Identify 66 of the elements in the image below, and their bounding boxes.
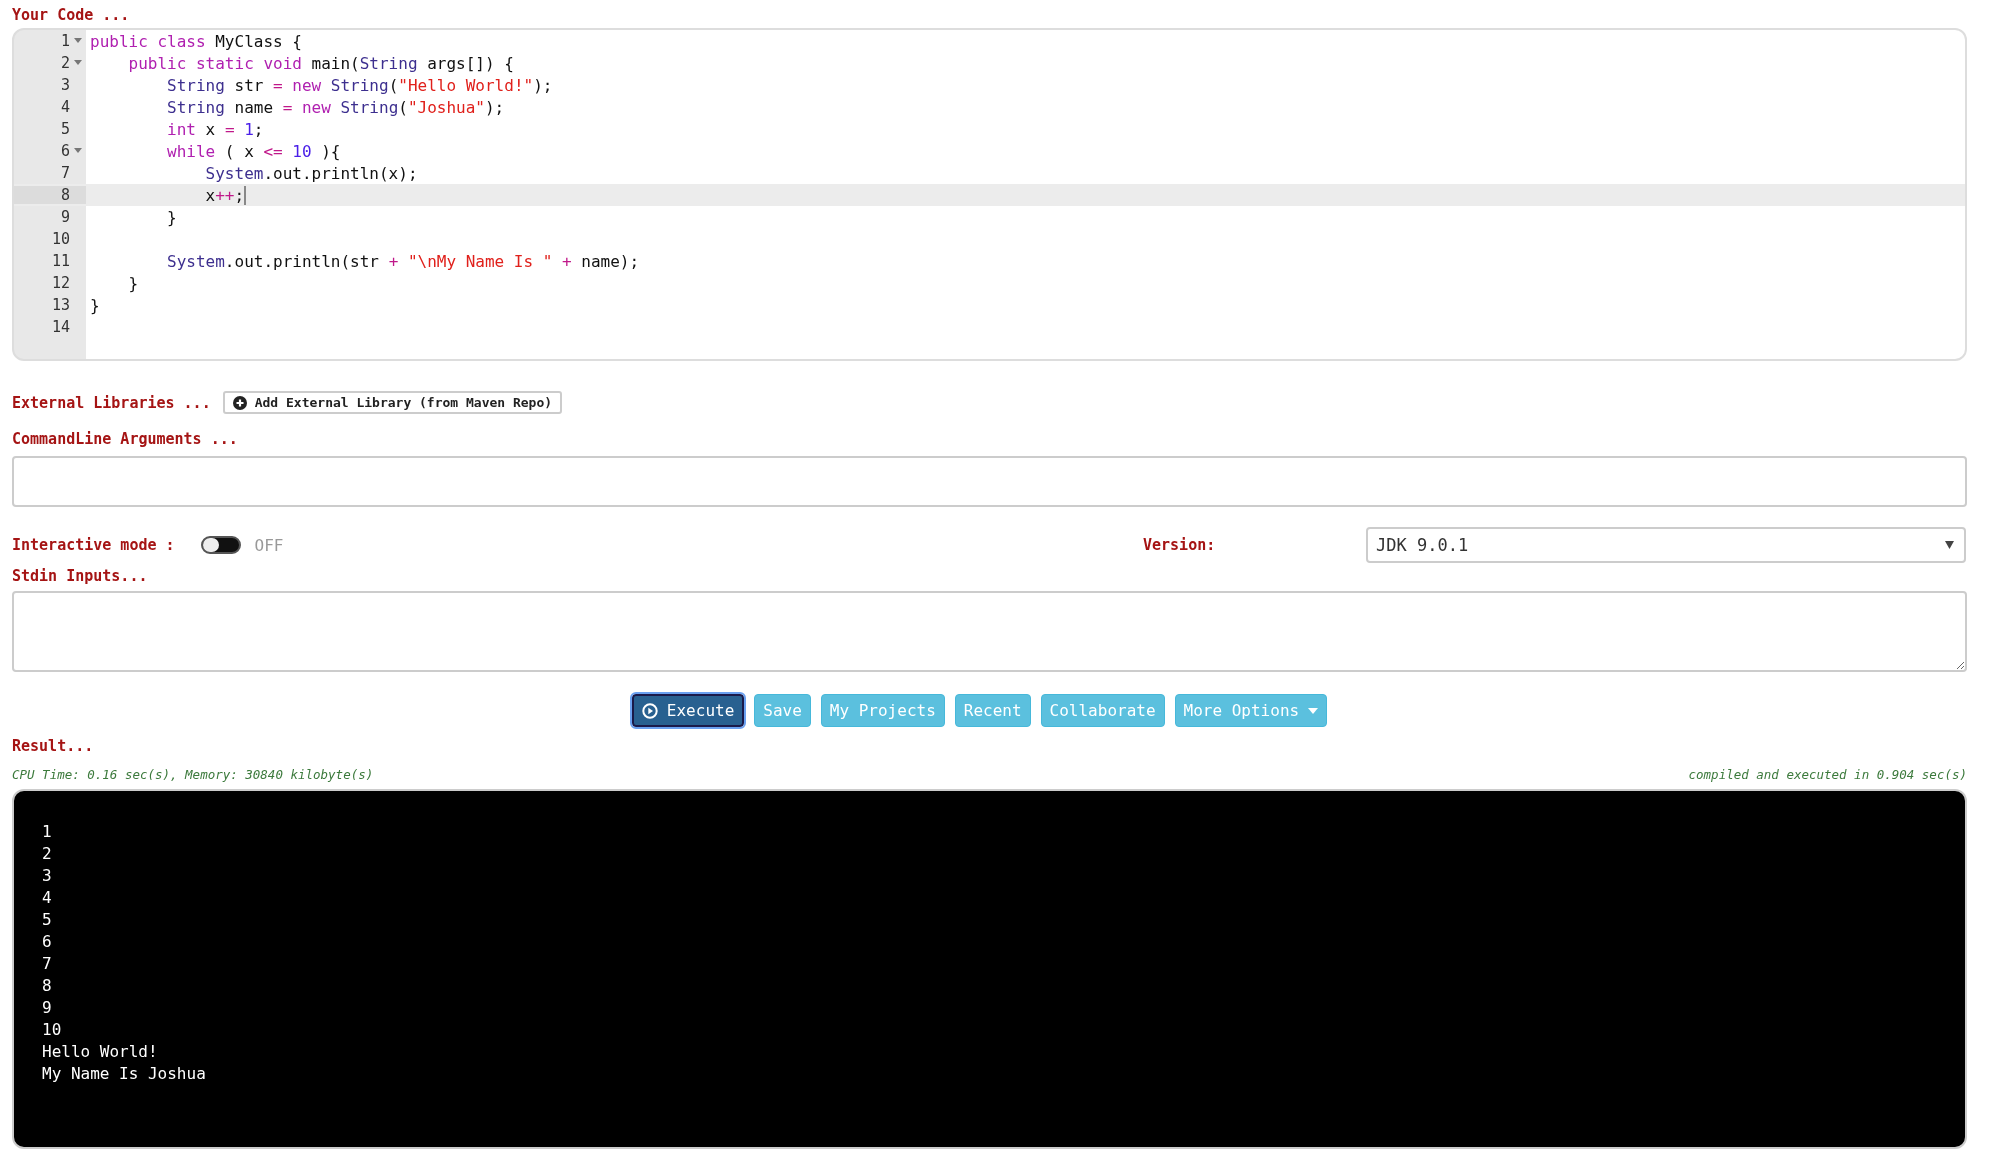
line-number: 4	[60, 98, 70, 116]
text-cursor	[244, 185, 247, 205]
section-label: Your Code ...	[12, 5, 131, 26]
stdin-field[interactable]	[12, 591, 1967, 672]
output-line: My Name Is Joshua	[42, 1063, 206, 1085]
dropdown-arrow-icon	[1945, 541, 1954, 549]
line-number: 13	[51, 296, 70, 314]
cpu-stats: CPU Time: 0.16 sec(s), Memory: 30840 kilobyte(s)	[12, 767, 374, 783]
arguments-field[interactable]	[12, 456, 1967, 507]
line-number: 12	[51, 274, 70, 292]
output-line: 7	[42, 953, 52, 975]
output-line: 10	[42, 1019, 62, 1041]
output-line: 8	[42, 975, 52, 997]
action-button[interactable]: Collaborate	[1040, 694, 1165, 727]
line-number: 8	[60, 186, 70, 204]
line-number: 5	[60, 120, 70, 138]
plus-circle-icon	[232, 395, 247, 410]
toggle-state: OFF	[254, 535, 284, 555]
action-button[interactable]: Save	[754, 694, 811, 727]
section-label: CommandLine Arguments ...	[12, 429, 239, 450]
version-label: Version:	[1143, 535, 1217, 556]
line-number: 2	[60, 54, 70, 72]
section-label: Interactive mode :	[12, 535, 175, 556]
output-line: Hello World!	[42, 1041, 158, 1063]
action-button[interactable]: Recent	[954, 694, 1031, 727]
line-number: 11	[51, 252, 70, 270]
code-line: System.out.println(x);	[204, 163, 418, 183]
code-line: String name = new String("Joshua");	[166, 97, 505, 117]
line-number: 1	[60, 32, 70, 50]
line-number: 7	[60, 164, 70, 182]
action-button[interactable]: My Projects	[820, 694, 945, 727]
add-library-button[interactable]: Add External Library (from Maven Repo)	[222, 391, 563, 414]
section-label: Stdin Inputs...	[12, 566, 149, 587]
action-button[interactable]: Execute	[631, 694, 745, 727]
code-line: }	[89, 295, 100, 315]
line-number: 10	[51, 230, 70, 248]
code-line: System.out.println(str + "\nMy Name Is " + name);	[166, 251, 640, 271]
output-line: 9	[42, 997, 52, 1019]
output-line: 6	[42, 931, 52, 953]
code-line: }	[127, 273, 139, 293]
line-number: 3	[60, 76, 70, 94]
play-icon	[641, 702, 658, 719]
fold-caret-icon[interactable]	[74, 60, 82, 66]
execution-time: compiled and executed in 0.904 sec(s)	[1688, 767, 1967, 783]
line-number: 9	[60, 208, 70, 226]
version-select[interactable]: JDK 9.0.1	[1366, 527, 1966, 563]
section-label: Result...	[12, 736, 95, 757]
code-line: public static void main(String args[]) {	[127, 53, 514, 73]
output-line: 3	[42, 865, 52, 887]
action-button[interactable]: More Options	[1174, 694, 1328, 727]
section-label: External Libraries ...	[12, 392, 211, 414]
code-line: while ( x <= 10 ){	[166, 141, 341, 161]
code-line: x++;	[204, 185, 245, 205]
output-line: 2	[42, 843, 52, 865]
line-number: 14	[51, 318, 70, 336]
code-line: }	[166, 207, 177, 227]
toggle-switch[interactable]	[200, 536, 241, 554]
code-line: public class MyClass {	[89, 31, 302, 51]
code-line: String str = new String("Hello World!");	[166, 75, 553, 95]
output-line: 1	[42, 821, 52, 843]
output-line: 5	[42, 909, 52, 931]
code-line: int x = 1;	[166, 119, 264, 139]
line-number: 6	[60, 142, 70, 160]
output-line: 4	[42, 887, 52, 909]
fold-caret-icon[interactable]	[74, 38, 82, 44]
fold-caret-icon[interactable]	[74, 148, 82, 154]
